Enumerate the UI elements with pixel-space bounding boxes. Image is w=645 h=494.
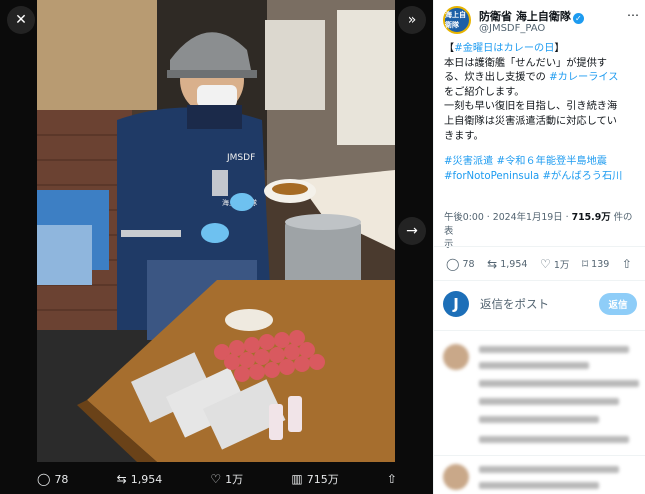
blurred-text bbox=[479, 416, 599, 423]
like-stat[interactable]: ♡ 1万 bbox=[540, 257, 569, 271]
author-avatar[interactable]: 海上自衛隊 bbox=[443, 6, 471, 34]
expand-icon: » bbox=[407, 12, 417, 28]
reply-composer: J 返信をポスト 返信 bbox=[443, 290, 639, 320]
post-text-fragment: る、炊き出し支援での bbox=[444, 72, 550, 84]
post-photo[interactable]: JMSDF 海上自衛隊 bbox=[37, 0, 395, 462]
share-icon: ⇧ bbox=[621, 257, 632, 271]
reply-item[interactable] bbox=[443, 464, 639, 494]
divider bbox=[434, 330, 645, 331]
repost-stat[interactable]: ⇆ 1,954 bbox=[487, 257, 527, 271]
post-line: 一刻も早い復旧を目指し、引き続き海 bbox=[444, 101, 618, 113]
heart-icon: ♡ bbox=[540, 257, 551, 271]
post-line: きます。 bbox=[444, 130, 484, 142]
blurred-text bbox=[479, 436, 629, 443]
divider bbox=[434, 246, 645, 247]
hashtag-link[interactable]: #金曜日はカレーの日 bbox=[454, 43, 554, 54]
post-line: #災害派遣 #令和６年能登半島地震 bbox=[444, 155, 640, 170]
views-action[interactable]: ▥ 715万 bbox=[291, 471, 338, 487]
author-name-text: 防衛省 海上自衛隊 bbox=[479, 10, 571, 23]
expand-panel-button[interactable]: » bbox=[398, 6, 426, 34]
media-viewer: JMSDF 海上自衛隊 bbox=[0, 0, 433, 494]
repost-icon: ⇆ bbox=[116, 472, 127, 486]
like-count: 1万 bbox=[553, 260, 570, 271]
post-detail-panel: 海上自衛隊 防衛省 海上自衛隊 ✓ @JMSDF_PAO ⋯ 【#金曜日はカレーの… bbox=[433, 0, 645, 494]
reply-count: 78 bbox=[54, 472, 69, 486]
post-text: 【#金曜日はカレーの日】 本日は護衛艦「せんだい」が提供す る、炊き出し支援での… bbox=[444, 42, 640, 184]
view-count-total: 715.9万 bbox=[571, 212, 611, 223]
close-icon: ✕ bbox=[15, 12, 27, 28]
share-stat[interactable]: ⇧ bbox=[622, 257, 632, 271]
post-line: をご紹介します。 bbox=[444, 86, 525, 98]
hashtag-link[interactable]: #災害派遣 bbox=[444, 156, 493, 167]
reply-button[interactable]: 返信 bbox=[599, 293, 637, 315]
post-line: #forNotoPeninsula #がんばろう石川 bbox=[444, 170, 640, 185]
bookmark-count: 139 bbox=[591, 258, 610, 270]
close-button[interactable]: ✕ bbox=[7, 6, 35, 34]
post-line: 本日は護衛艦「せんだい」が提供す bbox=[444, 57, 607, 69]
bookmark-icon: ⌑ bbox=[581, 257, 589, 271]
more-options-icon[interactable]: ⋯ bbox=[627, 8, 639, 22]
blurred-text bbox=[479, 362, 589, 369]
repost-count: 1,954 bbox=[500, 258, 528, 270]
like-count: 1万 bbox=[225, 473, 244, 486]
post-line: る、炊き出し支援での #カレーライス bbox=[444, 71, 640, 86]
repost-count: 1,954 bbox=[130, 472, 163, 486]
reply-avatar bbox=[443, 344, 469, 370]
like-action[interactable]: ♡ 1万 bbox=[210, 471, 243, 487]
share-action[interactable]: ⇧ bbox=[387, 472, 397, 486]
reply-icon: ◯ bbox=[446, 257, 460, 271]
heart-icon: ♡ bbox=[210, 472, 222, 486]
bracket-close: 】 bbox=[554, 43, 565, 54]
reply-icon: ◯ bbox=[37, 472, 51, 486]
reply-item[interactable] bbox=[443, 344, 639, 454]
repost-icon: ⇆ bbox=[487, 257, 498, 271]
post-line: 上自衛隊は災害派遣活動に対応してい bbox=[444, 115, 617, 127]
share-icon: ⇧ bbox=[386, 472, 397, 486]
post-stats: ◯ 78 ⇆ 1,954 ♡ 1万 ⌑ 139 ⇧ bbox=[446, 257, 632, 271]
user-avatar: J bbox=[443, 291, 469, 317]
divider bbox=[434, 280, 645, 281]
repost-action[interactable]: ⇆ 1,954 bbox=[117, 472, 163, 486]
divider bbox=[434, 455, 645, 456]
view-count: 715万 bbox=[306, 473, 339, 486]
bookmark-stat[interactable]: ⌑ 139 bbox=[582, 257, 609, 271]
author-handle[interactable]: @JMSDF_PAO bbox=[479, 23, 545, 34]
reply-avatar bbox=[443, 464, 469, 490]
blurred-text bbox=[479, 398, 619, 405]
avatar-text: 海上自衛隊 bbox=[445, 11, 466, 29]
reply-input[interactable]: 返信をポスト bbox=[480, 296, 549, 312]
post-author: 海上自衛隊 防衛省 海上自衛隊 ✓ @JMSDF_PAO ⋯ bbox=[443, 6, 639, 38]
blurred-text bbox=[479, 346, 629, 353]
next-media-button[interactable]: → bbox=[398, 217, 426, 245]
views-icon: ▥ bbox=[291, 472, 303, 486]
hashtag-link[interactable]: #がんばろう石川 bbox=[539, 171, 623, 182]
post-line: 【#金曜日はカレーの日】 bbox=[444, 42, 640, 57]
arrow-right-icon: → bbox=[406, 223, 418, 239]
reply-stat[interactable]: ◯ 78 bbox=[446, 257, 475, 271]
verified-badge-icon: ✓ bbox=[572, 13, 584, 24]
vest-text: JMSDF bbox=[226, 153, 255, 163]
reply-action[interactable]: ◯ 78 bbox=[37, 472, 68, 486]
blurred-text bbox=[479, 380, 639, 387]
author-name[interactable]: 防衛省 海上自衛隊 ✓ bbox=[479, 8, 584, 24]
blurred-text bbox=[479, 466, 619, 473]
hashtag-link[interactable]: #forNotoPeninsula bbox=[444, 171, 539, 182]
blurred-text bbox=[479, 482, 599, 489]
hashtag-link[interactable]: #令和６年能登半島地震 bbox=[493, 156, 607, 167]
views-label-cont: 示 bbox=[444, 239, 454, 250]
hashtag-link[interactable]: #カレーライス bbox=[549, 72, 618, 83]
post-timestamp[interactable]: 午後0:00 · 2024年1月19日 · bbox=[444, 212, 572, 223]
reply-count: 78 bbox=[462, 258, 475, 270]
bracket-open: 【 bbox=[444, 43, 455, 54]
media-action-bar: ◯ 78 ⇆ 1,954 ♡ 1万 ▥ 715万 ⇧ bbox=[37, 464, 397, 494]
